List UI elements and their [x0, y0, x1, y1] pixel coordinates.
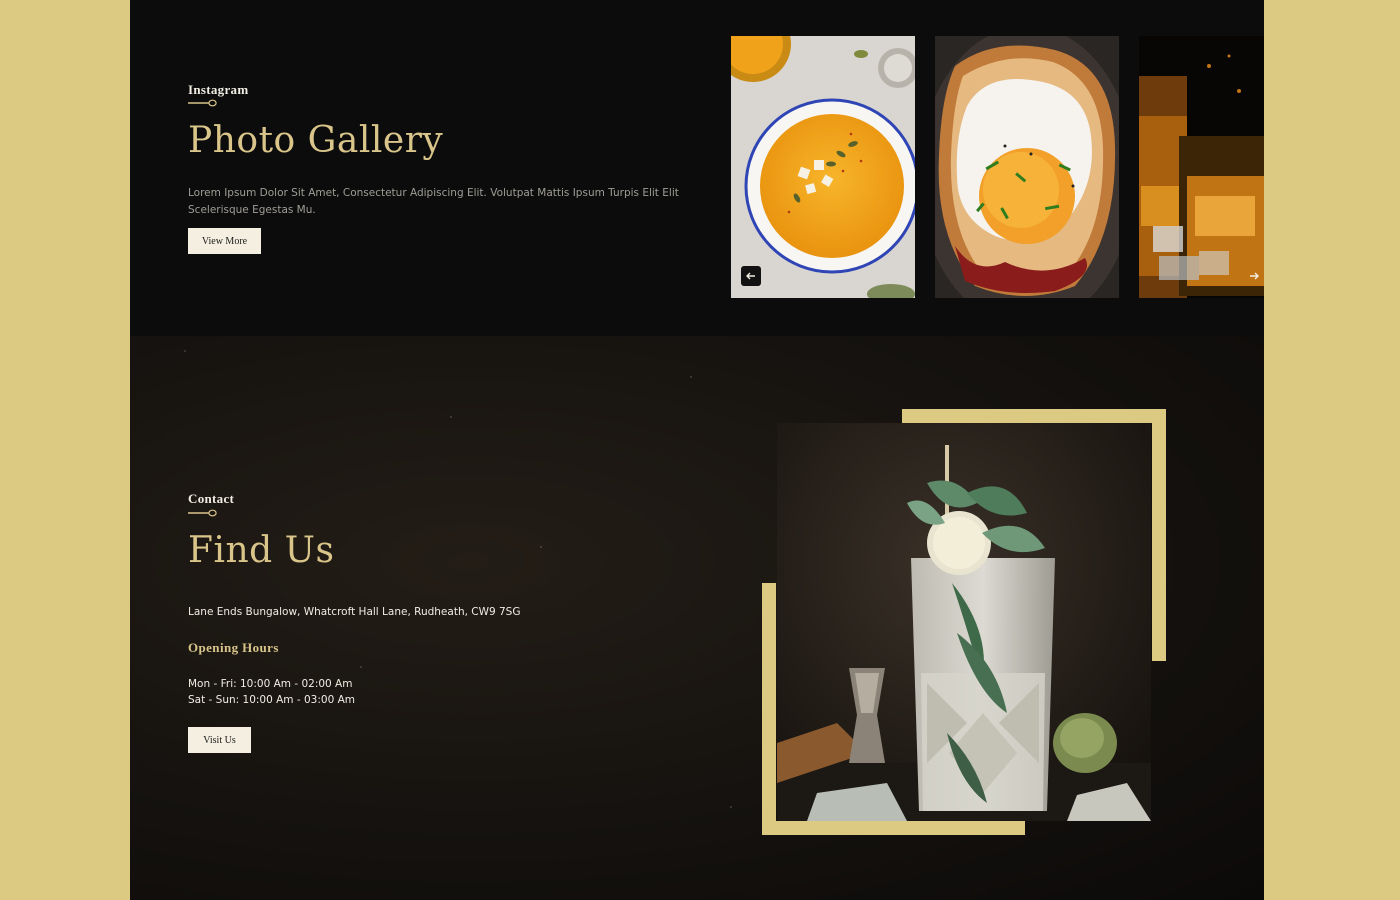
whiskey-image	[1139, 36, 1264, 298]
gallery-eyebrow: Instagram	[188, 82, 249, 97]
texture-speck	[360, 666, 362, 668]
contact-title: Find Us	[188, 530, 335, 571]
gallery-title: Photo Gallery	[188, 120, 444, 161]
arrow-left-icon	[746, 272, 755, 280]
texture-speck	[730, 806, 732, 808]
frame-accent-top	[902, 409, 1166, 423]
contact-section: Contact Find Us Lane Ends Bungalow, What…	[130, 336, 1264, 900]
page: Instagram Photo Gallery Lorem Ipsum Dolo…	[130, 0, 1264, 900]
view-more-button[interactable]: View More	[188, 228, 261, 254]
arrow-right-icon	[1250, 272, 1259, 280]
gallery-description: Lorem Ipsum Dolor Sit Amet, Consectetur …	[188, 187, 679, 216]
texture-speck	[690, 376, 692, 378]
hours-weekend: Sat - Sun: 10:00 Am - 03:00 Am	[188, 694, 356, 706]
address-text: Lane Ends Bungalow, Whatcroft Hall Lane,…	[188, 606, 521, 618]
frame-accent-right	[1152, 409, 1166, 661]
texture-speck	[540, 546, 542, 548]
hours-weekday: Mon - Fri: 10:00 Am - 02:00 Am	[188, 678, 353, 690]
gallery-section: Instagram Photo Gallery Lorem Ipsum Dolo…	[130, 0, 1264, 336]
gallery-photo-whiskey[interactable]	[1139, 36, 1264, 298]
visit-us-button[interactable]: Visit Us	[188, 727, 251, 753]
frame-accent-left	[762, 583, 776, 835]
mojito-image	[777, 423, 1151, 821]
texture-speck	[184, 350, 186, 352]
gallery-photo-soup[interactable]	[731, 36, 915, 298]
egg-image	[935, 36, 1119, 298]
cocktail-photo	[777, 423, 1151, 821]
spoon-divider-icon	[188, 509, 217, 517]
gallery-prev-button[interactable]	[741, 266, 761, 286]
texture-speck	[450, 416, 452, 418]
gallery-photo-egg[interactable]	[935, 36, 1119, 298]
gallery-next-button[interactable]	[1244, 266, 1264, 286]
contact-eyebrow: Contact	[188, 491, 235, 506]
soup-image	[731, 36, 915, 298]
frame-accent-bottom	[762, 821, 1025, 835]
opening-hours-title: Opening Hours	[188, 640, 279, 655]
spoon-divider-icon	[188, 99, 217, 107]
